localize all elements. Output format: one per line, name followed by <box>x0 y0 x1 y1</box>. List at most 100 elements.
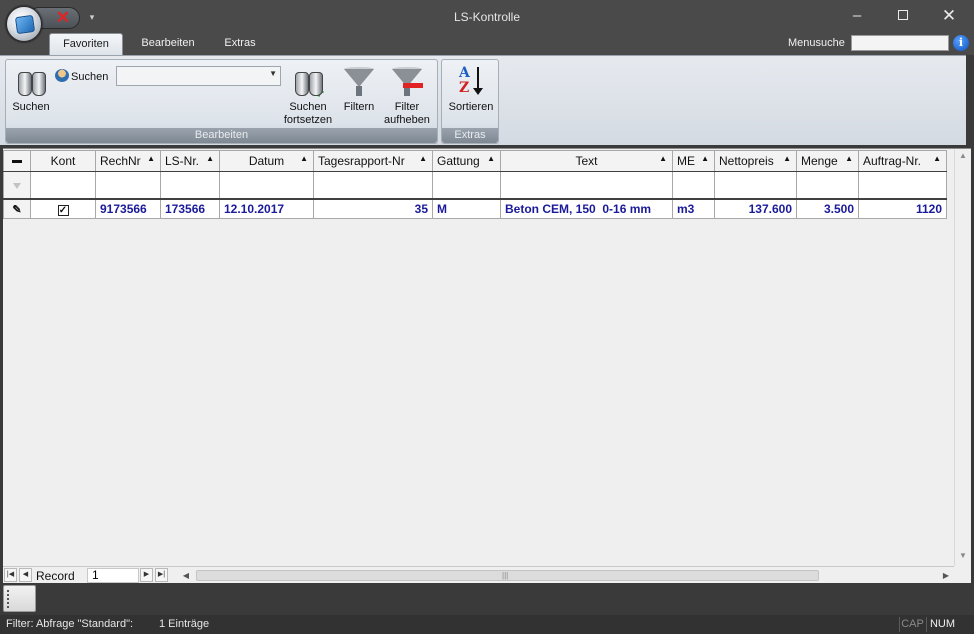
bottom-panel <box>0 583 974 615</box>
cell-gattung[interactable]: M <box>432 197 501 219</box>
close-button[interactable]: ✕ <box>926 4 972 28</box>
grid-header-row: Kont RechNr ▲ LS-Nr. ▲ Datum ▲ Tagesrapport… <box>3 150 947 172</box>
cell-rechnr[interactable]: 9173566 <box>95 197 161 219</box>
application-menu-button[interactable] <box>6 6 42 42</box>
suchen-fortsetzen-label-1: Suchen <box>289 101 327 113</box>
cell-me[interactable]: m3 <box>672 197 715 219</box>
sort-ascending-icon: ▲ <box>933 154 941 163</box>
tab-extras[interactable]: Extras <box>214 33 266 55</box>
plus-icon: + <box>313 82 325 102</box>
filter-cell-kont[interactable] <box>30 171 96 199</box>
drag-handle-icon <box>7 590 9 608</box>
row-selector[interactable]: ✎ <box>3 197 31 219</box>
column-header-gattung[interactable]: Gattung ▲ <box>432 150 501 172</box>
column-header-menge[interactable]: Menge ▲ <box>796 150 859 172</box>
cell-nettopreis[interactable]: 137.600 <box>714 197 797 219</box>
filter-cell-text[interactable] <box>500 171 673 199</box>
filter-cell-menge[interactable] <box>796 171 859 199</box>
filter-cell-gattung[interactable] <box>432 171 501 199</box>
search-combo[interactable]: ▼ <box>116 66 281 86</box>
filter-cell-nettopreis[interactable] <box>714 171 797 199</box>
minimize-button[interactable]: – <box>834 4 880 28</box>
table-row[interactable]: ✎ ✓ 9173566 173566 12.10.2017 35 M Beton… <box>3 197 947 219</box>
column-header-kont[interactable]: Kont <box>30 150 96 172</box>
filtern-label: Filtern <box>343 101 375 113</box>
tab-bearbeiten[interactable]: Bearbeiten <box>132 33 204 55</box>
column-header-me[interactable]: ME ▲ <box>672 150 715 172</box>
cell-auftrag-nr[interactable]: 1120 <box>858 197 947 219</box>
vertical-scrollbar[interactable]: ▲ ▼ <box>954 150 971 566</box>
data-grid: Kont RechNr ▲ LS-Nr. ▲ Datum ▲ Tagesrapport… <box>0 148 974 583</box>
first-record-button[interactable]: |◀ <box>4 568 17 582</box>
grid-filter-row <box>3 171 947 199</box>
suchen-button[interactable]: Suchen <box>8 66 54 114</box>
column-header-lsnr[interactable]: LS-Nr. ▲ <box>160 150 220 172</box>
column-header-nettopreis[interactable]: Nettopreis ▲ <box>714 150 797 172</box>
filter-cell-rechnr[interactable] <box>95 171 161 199</box>
status-num-lock: NUM <box>926 617 958 632</box>
close-icon: ✕ <box>941 6 957 25</box>
column-header-rechnr[interactable]: RechNr ▲ <box>95 150 161 172</box>
filter-cell-me[interactable] <box>672 171 715 199</box>
select-all-icon <box>12 160 22 164</box>
filtern-button[interactable]: Filtern <box>339 66 379 114</box>
info-button[interactable]: i <box>953 35 969 51</box>
row-selector-header[interactable] <box>3 150 31 172</box>
cell-datum[interactable]: 12.10.2017 <box>219 197 314 219</box>
cell-lsnr[interactable]: 173566 <box>160 197 220 219</box>
filter-cell-datum[interactable] <box>219 171 314 199</box>
filter-aufheben-label-1: Filter <box>394 101 420 113</box>
suchen-person-button[interactable]: Suchen <box>55 69 108 83</box>
sort-ascending-icon: ▲ <box>783 154 791 163</box>
cell-menge[interactable]: 3.500 <box>796 197 859 219</box>
column-header-datum[interactable]: Datum ▲ <box>219 150 314 172</box>
record-number-input[interactable]: 1 <box>87 568 139 583</box>
suchen-fortsetzen-button[interactable]: + Suchen fortsetzen <box>278 66 338 127</box>
cell-text[interactable]: Beton CEM, 150 0-16 mm <box>500 197 673 219</box>
filter-aufheben-button[interactable]: Filter aufheben <box>380 66 434 127</box>
kont-checkbox[interactable]: ✓ <box>57 204 69 216</box>
cell-kont[interactable]: ✓ <box>30 197 96 219</box>
filter-cell-tagesrapport-nr[interactable] <box>313 171 433 199</box>
last-record-button[interactable]: ▶| <box>155 568 168 582</box>
column-header-auftrag-nr[interactable]: Auftrag-Nr. ▲ <box>858 150 947 172</box>
quick-access-dropdown-icon[interactable]: ▾ <box>86 10 98 24</box>
filter-icon <box>13 182 21 189</box>
grid-left-edge <box>0 148 3 583</box>
ribbon-group-extras: AZ Sortieren Extras <box>441 59 499 144</box>
filter-cell-lsnr[interactable] <box>160 171 220 199</box>
funnel-remove-icon <box>391 66 423 98</box>
minimize-icon: – <box>852 7 862 24</box>
sort-ascending-icon: ▲ <box>701 154 709 163</box>
ribbon-group-label-extras: Extras <box>442 128 498 143</box>
cell-tagesrapport-nr[interactable]: 35 <box>313 197 433 219</box>
filter-row-selector <box>3 171 31 199</box>
horizontal-scroll-thumb[interactable]: ||| <box>196 570 819 581</box>
menusuche-label: Menusuche <box>788 37 845 49</box>
maximize-icon <box>898 10 908 20</box>
scroll-up-icon[interactable]: ▲ <box>955 151 971 165</box>
sort-az-icon: AZ <box>455 66 487 98</box>
ribbon-group-bearbeiten: Suchen Suchen ▼ + Suchen fortsetzen Filt… <box>5 59 438 144</box>
minus-icon <box>403 83 423 88</box>
status-record-count: 1 Einträge <box>159 618 210 630</box>
horizontal-scrollbar[interactable]: ◀ ||| ▶ <box>179 568 954 583</box>
next-record-button[interactable]: ▶ <box>140 568 153 582</box>
column-header-text[interactable]: Text ▲ <box>500 150 673 172</box>
tab-favoriten[interactable]: Favoriten <box>49 33 123 55</box>
funnel-icon <box>343 66 375 98</box>
filter-cell-auftrag-nr[interactable] <box>858 171 947 199</box>
scroll-down-icon[interactable]: ▼ <box>955 551 971 565</box>
scroll-left-icon[interactable]: ◀ <box>179 568 193 583</box>
quick-access-close-button[interactable]: ✕ <box>54 9 72 27</box>
bottom-panel-tab[interactable] <box>3 585 36 612</box>
maximize-button[interactable] <box>880 4 926 28</box>
scroll-right-icon[interactable]: ▶ <box>939 568 953 583</box>
column-header-tagesrapport-nr[interactable]: Tagesrapport-Nr ▲ <box>313 150 433 172</box>
suchen-button-label: Suchen <box>12 101 50 113</box>
menusuche-input[interactable] <box>851 35 949 51</box>
ribbon-group-label-bearbeiten: Bearbeiten <box>6 128 437 143</box>
sort-ascending-icon: ▲ <box>206 154 214 163</box>
previous-record-button[interactable]: ◀ <box>19 568 32 582</box>
sortieren-button[interactable]: AZ Sortieren <box>444 66 498 114</box>
